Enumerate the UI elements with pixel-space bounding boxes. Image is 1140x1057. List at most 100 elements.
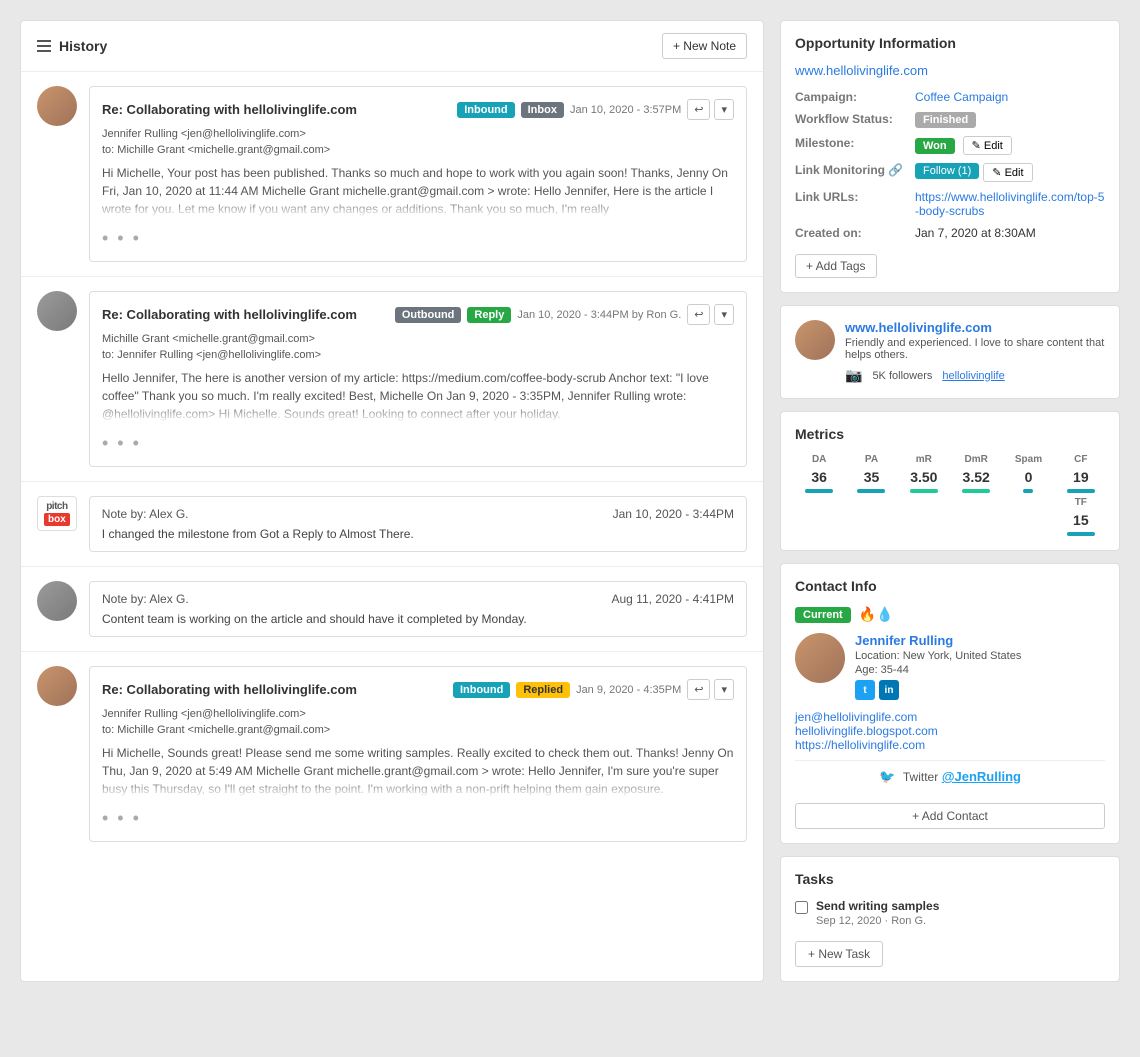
metric-bar-spam (1023, 489, 1033, 493)
email-from-3: Jennifer Rulling <jen@hellolivinglife.co… (102, 708, 734, 720)
more-dots-3: • • • (102, 808, 734, 829)
contact-panel: Contact Info Current 🔥💧 Jennifer Rulling… (780, 563, 1120, 844)
more-button-1[interactable]: ▾ (714, 99, 734, 120)
badge-replied-3: Replied (516, 682, 570, 698)
email-body-2: Hello Jennifer, The here is another vers… (102, 369, 734, 423)
blog-handle[interactable]: hellolivinglife (942, 370, 1004, 382)
blog-info: www.hellolivinglife.com Friendly and exp… (845, 320, 1105, 384)
badge-inbound-1: Inbound (457, 102, 514, 118)
instagram-icon: 📷 (845, 367, 862, 384)
contact-avatar (795, 633, 845, 683)
avatar-michille-1 (37, 291, 77, 331)
history-panel: History + New Note Re: Collaborating wit… (20, 20, 764, 982)
reply-button-2[interactable]: ↩ (687, 304, 710, 325)
linkedin-social-icon[interactable]: in (879, 680, 899, 700)
note-content-2: Note by: Alex G. Aug 11, 2020 - 4:41PM C… (89, 581, 747, 637)
note-card-1: pitch box Note by: Alex G. Jan 10, 2020 … (21, 482, 763, 567)
tasks-title: Tasks (795, 871, 1105, 887)
metric-da: DA 36 (795, 454, 843, 493)
right-column: Opportunity Information www.hellolivingl… (780, 20, 1120, 982)
note-content-1: Note by: Alex G. Jan 10, 2020 - 3:44PM I… (89, 496, 747, 552)
twitter-bird-icon: 🐦 (879, 769, 895, 784)
email-card-1: Re: Collaborating with hellolivinglife.c… (21, 72, 763, 277)
email-date-1: Jan 10, 2020 - 3:57PM (570, 104, 681, 116)
add-contact-button[interactable]: + Add Contact (795, 803, 1105, 829)
follow-button[interactable]: Follow (1) (915, 163, 979, 179)
metric-tf-col: TF 15 (1057, 497, 1105, 536)
milestone-edit-button[interactable]: ✎ Edit (963, 136, 1012, 155)
blog-name[interactable]: www.hellolivinglife.com (845, 320, 992, 335)
blog-desc: Friendly and experienced. I love to shar… (845, 337, 1105, 361)
contact-title: Contact Info (795, 578, 1105, 594)
task-meta-1: Sep 12, 2020 · Ron G. (816, 915, 939, 927)
campaign-label: Campaign: (795, 90, 915, 104)
note-text-2: Content team is working on the article a… (102, 612, 734, 626)
contact-age: Age: 35-44 (855, 664, 1105, 676)
metric-bar-pa (857, 489, 885, 493)
campaign-row: Campaign: Coffee Campaign (795, 90, 1105, 104)
new-task-button[interactable]: + New Task (795, 941, 883, 967)
milestone-row: Milestone: Won ✎ Edit (795, 136, 1105, 155)
contact-links: jen@hellolivinglife.com hellolivinglife.… (795, 710, 1105, 752)
avatar-jen-3 (37, 666, 77, 706)
workflow-row: Workflow Status: Finished (795, 112, 1105, 128)
twitter-section: 🐦 Twitter @JenRulling (795, 760, 1105, 793)
email-subject-1: Re: Collaborating with hellolivinglife.c… (102, 102, 357, 117)
more-dots-2: • • • (102, 433, 734, 454)
note-author-2: Note by: Alex G. (102, 592, 189, 606)
pitchbox-logo: pitch box (37, 496, 77, 531)
link-edit-button[interactable]: ✎ Edit (983, 163, 1032, 182)
email-to-2: to: Jennifer Rulling <jen@hellolivinglif… (102, 349, 734, 361)
created-value: Jan 7, 2020 at 8:30AM (915, 226, 1036, 240)
link-url[interactable]: https://www.hellolivinglife.com/top-5-bo… (915, 190, 1104, 218)
link-urls-row: Link URLs: https://www.hellolivinglife.c… (795, 190, 1105, 218)
reply-button-1[interactable]: ↩ (687, 99, 710, 120)
email-to-1: to: Michille Grant <michelle.grant@gmail… (102, 144, 734, 156)
email-from-1: Jennifer Rulling <jen@hellolivinglife.co… (102, 128, 734, 140)
opportunity-website[interactable]: www.hellolivinglife.com (795, 63, 1105, 78)
opportunity-title: Opportunity Information (795, 35, 1105, 51)
metric-tf-val (847, 497, 895, 536)
metric-tf (795, 497, 843, 536)
badge-inbox-1: Inbox (521, 102, 564, 118)
twitter-handle[interactable]: @JenRulling (942, 769, 1021, 784)
campaign-value[interactable]: Coffee Campaign (915, 90, 1008, 104)
twitter-social-icon[interactable]: t (855, 680, 875, 700)
created-row: Created on: Jan 7, 2020 at 8:30AM (795, 226, 1105, 240)
new-note-button[interactable]: + New Note (662, 33, 747, 59)
add-tags-button[interactable]: + Add Tags (795, 254, 877, 278)
task-text-1: Send writing samples (816, 899, 939, 913)
history-label: History (59, 38, 107, 54)
workflow-value: Finished (915, 112, 976, 128)
opportunity-panel: Opportunity Information www.hellolivingl… (780, 20, 1120, 293)
note-author-1: Note by: Alex G. (102, 507, 189, 521)
task-item-1: Send writing samples Sep 12, 2020 · Ron … (795, 899, 1105, 927)
contact-name[interactable]: Jennifer Rulling (855, 633, 953, 648)
note-date-2: Aug 11, 2020 - 4:41PM (611, 592, 734, 606)
note-card-2: Note by: Alex G. Aug 11, 2020 - 4:41PM C… (21, 567, 763, 652)
task-checkbox-1[interactable] (795, 901, 808, 914)
more-button-2[interactable]: ▾ (714, 304, 734, 325)
workflow-label: Workflow Status: (795, 112, 915, 126)
history-title: History (37, 38, 107, 54)
metric-bar-cf (1067, 489, 1095, 493)
menu-icon (37, 40, 51, 52)
blog-followers: 5K followers (872, 370, 932, 382)
contact-location: Location: New York, United States (855, 650, 1105, 662)
more-button-3[interactable]: ▾ (714, 679, 734, 700)
contact-blog[interactable]: hellolivinglife.blogspot.com (795, 724, 1105, 738)
metric-bar-mr (910, 489, 938, 493)
fire-icons: 🔥💧 (859, 606, 894, 623)
email-date-3: Jan 9, 2020 - 4:35PM (576, 684, 681, 696)
metric-dmr: DmR 3.52 (952, 454, 1000, 493)
metric-bar-dmr (962, 489, 990, 493)
note-text-1: I changed the milestone from Got a Reply… (102, 527, 734, 541)
metric-pa: PA 35 (847, 454, 895, 493)
reply-button-3[interactable]: ↩ (687, 679, 710, 700)
email-card-2: Re: Collaborating with hellolivinglife.c… (21, 277, 763, 482)
contact-email[interactable]: jen@hellolivinglife.com (795, 710, 1105, 724)
created-label: Created on: (795, 226, 915, 240)
link-monitoring-label: Link Monitoring 🔗 (795, 163, 915, 177)
metrics-title: Metrics (795, 426, 1105, 442)
contact-website[interactable]: https://hellolivinglife.com (795, 738, 1105, 752)
